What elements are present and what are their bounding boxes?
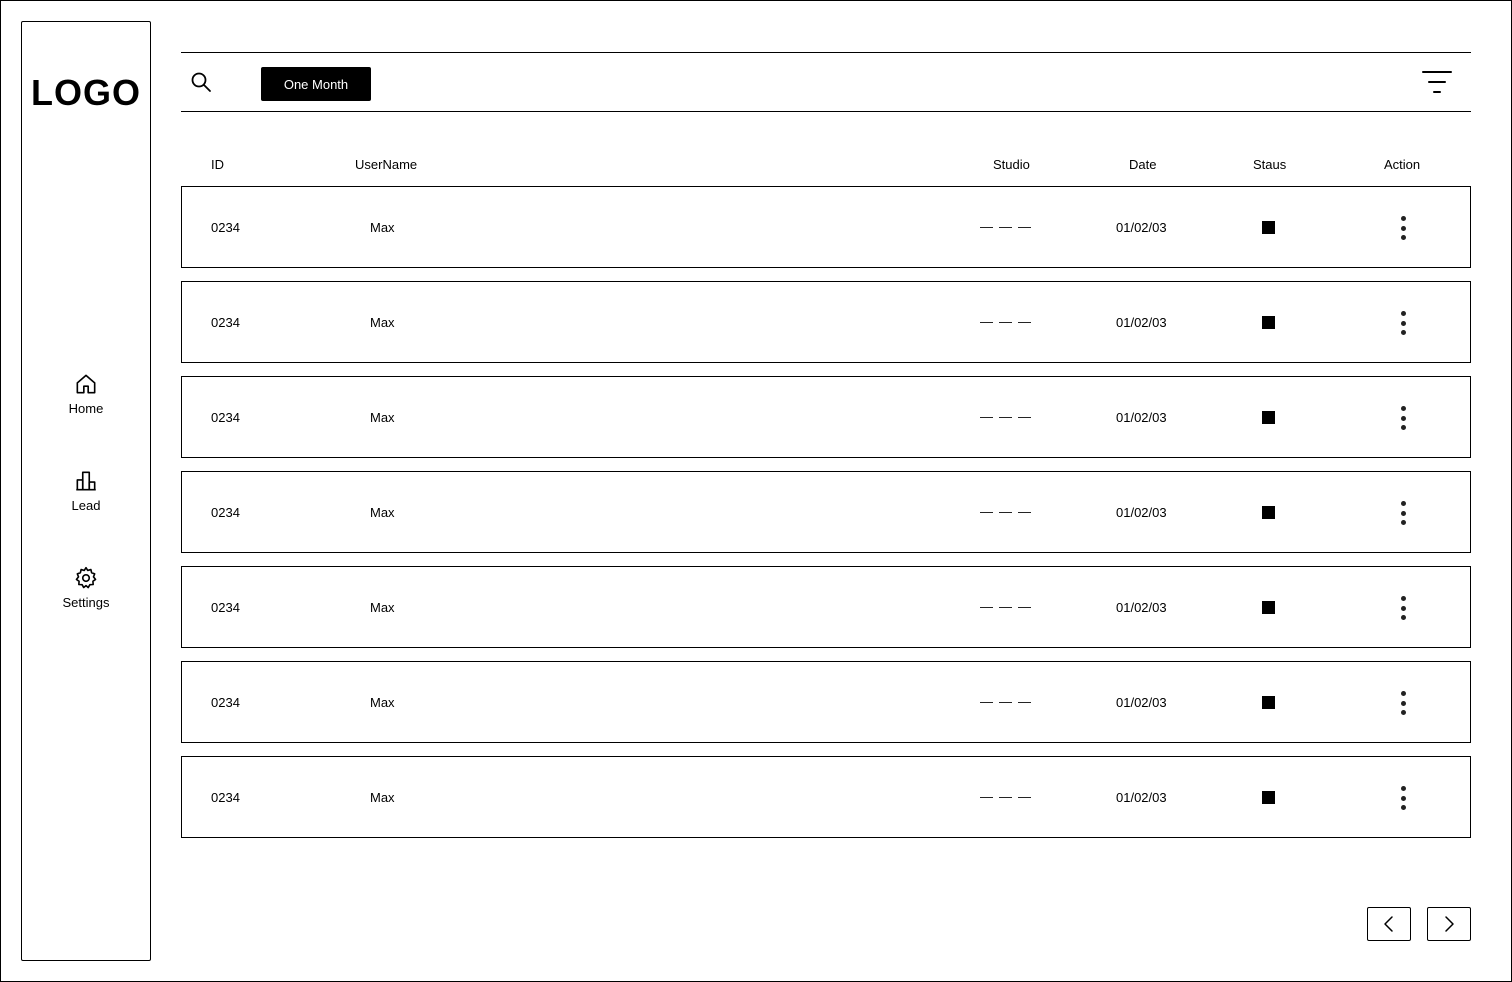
table-row[interactable]: 0234 Max ——— 01/02/03 [181, 661, 1471, 743]
prev-page-button[interactable] [1367, 907, 1411, 941]
cell-studio: ——— [980, 599, 1037, 614]
home-icon [76, 374, 96, 394]
sidebar-item-label: Lead [71, 498, 101, 513]
cell-id: 0234 [211, 505, 240, 520]
filter-icon[interactable] [1421, 69, 1453, 95]
chevron-right-icon [1445, 916, 1454, 932]
table-row[interactable]: 0234 Max ——— 01/02/03 [181, 756, 1471, 838]
cell-id: 0234 [211, 315, 240, 330]
cell-username: Max [370, 220, 395, 235]
table-row[interactable]: 0234 Max ——— 01/02/03 [181, 281, 1471, 363]
status-indicator [1262, 221, 1275, 234]
cell-studio: ——— [980, 314, 1037, 329]
status-indicator [1262, 506, 1275, 519]
sidebar-item-label: Home [68, 401, 104, 416]
cell-date: 01/02/03 [1116, 220, 1167, 235]
status-indicator [1262, 411, 1275, 424]
column-header-id[interactable]: ID [211, 157, 224, 172]
cell-username: Max [370, 505, 395, 520]
logo: LOGO [31, 72, 141, 113]
column-header-username[interactable]: UserName [355, 157, 417, 172]
cell-username: Max [370, 410, 395, 425]
column-header-studio[interactable]: Studio [993, 157, 1030, 172]
cell-studio: ——— [980, 504, 1037, 519]
cell-id: 0234 [211, 220, 240, 235]
cell-username: Max [370, 790, 395, 805]
cell-studio: ——— [980, 694, 1037, 709]
cell-date: 01/02/03 [1116, 790, 1167, 805]
table-row[interactable]: 0234 Max ——— 01/02/03 [181, 376, 1471, 458]
gear-icon [75, 566, 97, 589]
cell-date: 01/02/03 [1116, 410, 1167, 425]
column-header-action: Action [1384, 157, 1421, 172]
more-options-icon[interactable] [1394, 404, 1412, 432]
cell-studio: ——— [980, 219, 1037, 234]
cell-username: Max [370, 315, 395, 330]
table-row[interactable]: 0234 Max ——— 01/02/03 [181, 566, 1471, 648]
status-indicator [1262, 696, 1275, 709]
sidebar-item-settings[interactable]: Settings [22, 565, 150, 610]
table-header: ID UserName Studio Date Staus Action [181, 157, 1471, 175]
more-options-icon[interactable] [1394, 499, 1412, 527]
search-icon[interactable] [189, 70, 213, 94]
status-indicator [1262, 601, 1275, 614]
cell-studio: ——— [980, 409, 1037, 424]
toolbar: One Month [181, 52, 1471, 112]
status-indicator [1262, 791, 1275, 804]
more-options-icon[interactable] [1394, 309, 1412, 337]
more-options-icon[interactable] [1394, 689, 1412, 717]
cell-id: 0234 [211, 695, 240, 710]
period-filter-button[interactable]: One Month [261, 67, 371, 101]
sidebar-item-label: Settings [62, 595, 110, 610]
next-page-button[interactable] [1427, 907, 1471, 941]
chart-icon [76, 471, 96, 491]
sidebar: LOGO Home Lead Settings [21, 21, 151, 961]
column-header-date[interactable]: Date [1129, 157, 1156, 172]
cell-date: 01/02/03 [1116, 600, 1167, 615]
sidebar-item-lead[interactable]: Lead [22, 468, 150, 513]
table-row[interactable]: 0234 Max ——— 01/02/03 [181, 471, 1471, 553]
cell-studio: ——— [980, 789, 1037, 804]
cell-date: 01/02/03 [1116, 315, 1167, 330]
more-options-icon[interactable] [1394, 214, 1412, 242]
more-options-icon[interactable] [1394, 594, 1412, 622]
cell-username: Max [370, 695, 395, 710]
cell-id: 0234 [211, 790, 240, 805]
column-header-status[interactable]: Staus [1253, 157, 1286, 172]
cell-date: 01/02/03 [1116, 505, 1167, 520]
sidebar-item-home[interactable]: Home [22, 371, 150, 416]
cell-id: 0234 [211, 410, 240, 425]
more-options-icon[interactable] [1394, 784, 1412, 812]
cell-date: 01/02/03 [1116, 695, 1167, 710]
status-indicator [1262, 316, 1275, 329]
table-body: 0234 Max ——— 01/02/03 0234 Max ——— 01/02… [181, 186, 1471, 851]
cell-id: 0234 [211, 600, 240, 615]
app-frame: LOGO Home Lead Settings One Month ID Use… [0, 0, 1512, 982]
chevron-left-icon [1384, 916, 1393, 932]
table-row[interactable]: 0234 Max ——— 01/02/03 [181, 186, 1471, 268]
cell-username: Max [370, 600, 395, 615]
